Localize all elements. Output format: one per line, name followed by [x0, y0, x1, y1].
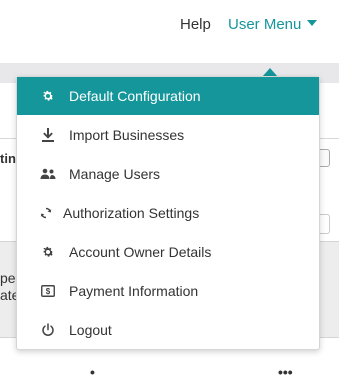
menu-item-default-configuration[interactable]: Default Configuration: [17, 77, 319, 115]
menu-item-logout[interactable]: Logout: [17, 311, 319, 349]
bottom-text: •: [90, 364, 95, 380]
menu-item-manage-users[interactable]: Manage Users: [17, 155, 319, 193]
user-menu-dropdown: Default Configuration Import Businesses …: [16, 76, 320, 350]
menu-item-label: Authorization Settings: [63, 205, 200, 221]
gear-icon: [39, 243, 57, 261]
bottom-text-2: •••: [278, 364, 293, 380]
gear-icon: [39, 87, 57, 105]
menu-item-label: Logout: [69, 322, 112, 338]
menu-item-authorization-settings[interactable]: Authorization Settings: [17, 194, 319, 232]
menu-item-import-businesses[interactable]: Import Businesses: [17, 116, 319, 154]
menu-item-label: Import Businesses: [69, 127, 185, 143]
svg-text:$: $: [46, 287, 51, 296]
power-icon: [39, 321, 57, 339]
sync-icon: [37, 204, 55, 222]
download-icon: [39, 126, 57, 144]
help-link[interactable]: Help: [180, 16, 211, 33]
menu-item-label: Manage Users: [69, 166, 161, 182]
menu-item-payment-information[interactable]: $ Payment Information: [17, 272, 319, 310]
top-nav: Help User Menu: [0, 0, 339, 58]
user-menu-label: User Menu: [228, 16, 302, 33]
menu-item-label: Payment Information: [69, 283, 199, 299]
payment-icon: $: [39, 282, 57, 300]
user-menu-toggle[interactable]: User Menu: [228, 16, 318, 33]
menu-item-label: Account Owner Details: [69, 244, 212, 260]
caret-down-icon: [307, 20, 318, 27]
menu-item-label: Default Configuration: [69, 88, 201, 104]
menu-item-account-owner-details[interactable]: Account Owner Details: [17, 233, 319, 271]
users-icon: [39, 165, 57, 183]
